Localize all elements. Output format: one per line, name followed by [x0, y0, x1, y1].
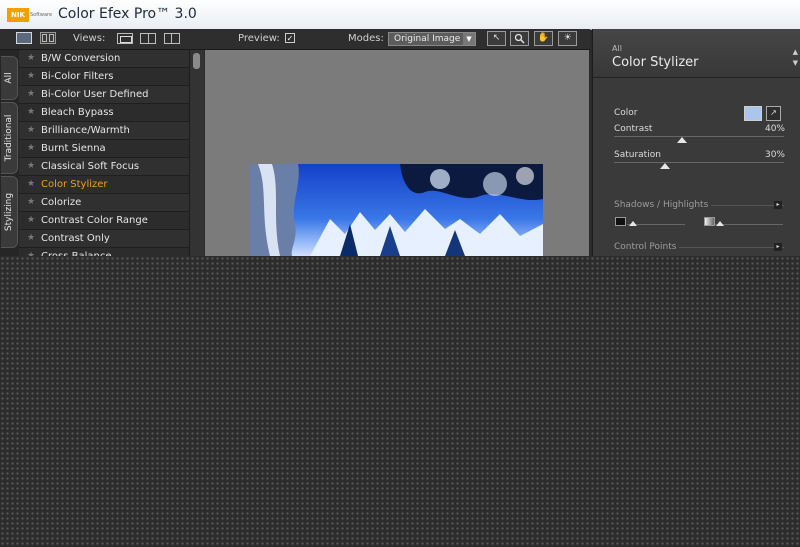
single-panel-layout-icon[interactable] [16, 32, 32, 44]
highlights-slider-handle[interactable] [716, 221, 724, 226]
favorite-star-icon[interactable]: ★ [27, 125, 35, 135]
tab-all-label: All [4, 72, 14, 84]
arrow-down-icon[interactable]: ▼ [793, 58, 798, 69]
filter-item-label: Bi-Color User Defined [41, 89, 149, 100]
favorite-star-icon[interactable]: ★ [27, 143, 35, 153]
filter-item-label: Burnt Sienna [41, 143, 106, 154]
favorite-star-icon[interactable]: ★ [27, 215, 35, 225]
filter-item[interactable]: ★ Brilliance/Warmth [19, 122, 189, 140]
filter-title: Color Stylizer [612, 55, 699, 70]
filter-item-label: Colorize [41, 197, 82, 208]
favorite-star-icon[interactable]: ★ [27, 71, 35, 81]
shadows-highlights-header[interactable]: Shadows / Highlights [614, 200, 712, 210]
filter-item-label: Bi-Color Filters [41, 71, 114, 82]
filter-header: All Color Stylizer ▲ ▼ [593, 29, 800, 78]
filter-item[interactable]: ★ Bi-Color User Defined [19, 86, 189, 104]
tab-stylizing[interactable]: Stylizing [1, 176, 18, 248]
scrollbar-thumb[interactable] [193, 53, 200, 69]
split-panel-layout-icon[interactable] [40, 32, 56, 44]
tab-all[interactable]: All [1, 56, 18, 100]
filter-item[interactable]: ★ Contrast Color Range [19, 212, 189, 230]
favorite-star-icon[interactable]: ★ [27, 107, 35, 117]
favorite-star-icon[interactable]: ★ [27, 233, 35, 243]
saturation-slider-track[interactable] [614, 162, 784, 163]
tab-stylizing-label: Stylizing [4, 192, 14, 232]
hand-tool-icon[interactable]: ✋ [534, 31, 553, 46]
filter-item[interactable]: ★ Bi-Color Filters [19, 68, 189, 86]
pointer-tool-icon[interactable]: ↖ [487, 31, 506, 46]
filter-item[interactable]: ★ Contrast Only [19, 230, 189, 248]
preview-image [250, 164, 543, 256]
filter-item-label: Brilliance/Warmth [41, 125, 130, 136]
zoom-tool-icon[interactable] [510, 31, 529, 46]
filter-item[interactable]: ★Cross Balance [19, 248, 189, 256]
filter-list-scrollbar[interactable] [189, 50, 204, 256]
category-tabs: All Traditional Stylizing [0, 50, 19, 256]
favorite-star-icon[interactable]: ★ [27, 53, 35, 63]
app-title: Color Efex Pro™ 3.0 [58, 6, 197, 22]
color-label: Color [614, 108, 638, 118]
winter-forest-photo [250, 164, 543, 256]
tab-traditional[interactable]: Traditional [1, 102, 18, 174]
favorite-star-icon[interactable]: ★ [27, 179, 35, 189]
saturation-label: Saturation [614, 150, 661, 160]
contrast-slider-track[interactable] [614, 136, 784, 137]
title-bar: NIK Software Color Efex Pro™ 3.0 [0, 0, 800, 30]
nik-logo-mark: NIK [7, 8, 29, 22]
shadows-slider-handle[interactable] [629, 221, 637, 226]
favorite-star-icon[interactable]: ★ [27, 197, 35, 207]
shadows-icon [615, 217, 626, 226]
chevron-down-icon: ▼ [463, 33, 475, 45]
modes-select-value: Original Image [394, 34, 461, 44]
modes-select[interactable]: Original Image ▼ [388, 32, 476, 46]
filter-item[interactable]: ★ Colorize [19, 194, 189, 212]
nik-software-logo: NIK Software [7, 8, 52, 22]
filter-item-label: Contrast Only [41, 233, 110, 244]
contrast-value: 40% [764, 124, 785, 134]
filter-item[interactable]: ★ Bleach Bypass [19, 104, 189, 122]
contrast-label: Contrast [614, 124, 653, 134]
color-swatch[interactable] [744, 106, 762, 121]
nik-logo-subtext: Software [30, 12, 53, 18]
view-split-button[interactable] [140, 33, 156, 44]
filter-item[interactable]: ★ Burnt Sienna [19, 140, 189, 158]
preview-checkbox[interactable]: ✓ [285, 33, 295, 43]
filter-list: ★ B/W Conversion ★ Bi-Color Filters ★ Bi-Colo… [19, 50, 189, 256]
filter-item[interactable]: ★ B/W Conversion [19, 50, 189, 68]
filter-item-label: Color Stylizer [41, 179, 108, 190]
arrow-up-icon[interactable]: ▲ [793, 47, 798, 58]
views-label: Views: [73, 33, 106, 44]
expand-arrow-icon[interactable]: ▸ [774, 201, 782, 209]
view-side-by-side-button[interactable] [164, 33, 180, 44]
eyedropper-icon[interactable]: ↗ [766, 106, 781, 121]
filter-settings-panel: All Color Stylizer ▲ ▼ Color ↗ Contrast … [592, 29, 800, 256]
top-toolbar: Views: Preview: ✓ Modes: Original Image … [0, 29, 590, 50]
filter-item[interactable]: ★ Classical Soft Focus [19, 158, 189, 176]
view-single-button[interactable] [117, 33, 133, 44]
expand-arrow-icon[interactable]: ▸ [774, 243, 782, 251]
favorite-star-icon[interactable]: ★ [27, 89, 35, 99]
highlights-slider-track[interactable] [715, 224, 783, 225]
control-points-header[interactable]: Control Points [614, 242, 680, 252]
filter-item-label: Bleach Bypass [41, 107, 114, 118]
filter-item-label: B/W Conversion [41, 53, 121, 64]
filter-item[interactable]: ★ Color Stylizer [19, 176, 189, 194]
filter-header-arrows[interactable]: ▲ ▼ [793, 47, 798, 69]
light-tool-icon[interactable]: ☀ [558, 31, 577, 46]
preview-canvas[interactable] [205, 50, 589, 256]
highlights-icon [704, 217, 715, 226]
filter-category-label: All [612, 44, 622, 53]
empty-transparent-area [0, 256, 800, 547]
tab-traditional-label: Traditional [4, 114, 14, 162]
preview-label: Preview: [238, 33, 280, 44]
saturation-value: 30% [764, 150, 785, 160]
filter-item-label: Classical Soft Focus [41, 161, 140, 172]
contrast-slider-handle[interactable] [677, 137, 687, 143]
saturation-slider-handle[interactable] [660, 163, 670, 169]
modes-label: Modes: [348, 33, 384, 44]
favorite-star-icon[interactable]: ★ [27, 161, 35, 171]
filter-item-label: Contrast Color Range [41, 215, 148, 226]
